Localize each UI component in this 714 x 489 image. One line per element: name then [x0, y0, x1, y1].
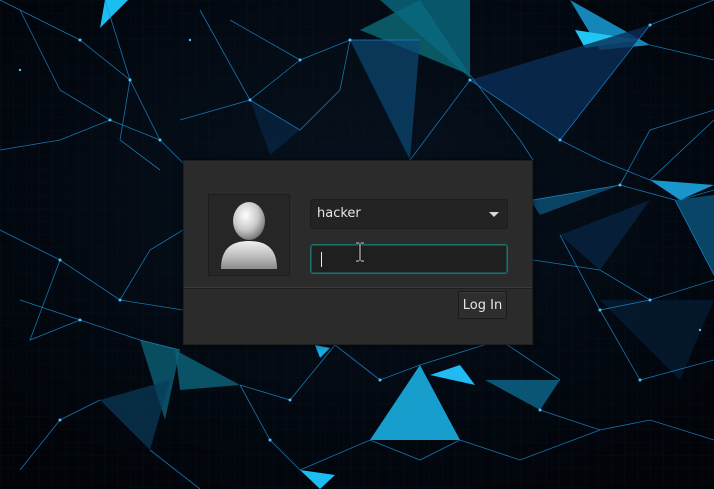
chevron-down-icon[interactable]: [489, 212, 499, 217]
login-dialog: hacker Log In: [183, 160, 533, 345]
text-ibeam-cursor-icon: [356, 242, 364, 262]
username-dropdown[interactable]: hacker: [310, 199, 508, 229]
dialog-divider: [184, 287, 532, 289]
default-user-avatar-icon: [221, 202, 277, 269]
username-label: hacker: [317, 206, 361, 221]
text-caret: [321, 252, 322, 267]
desktop-background: hacker Log In: [0, 0, 714, 489]
user-avatar: [208, 194, 290, 276]
login-button[interactable]: Log In: [458, 291, 507, 319]
password-input[interactable]: [310, 244, 508, 274]
